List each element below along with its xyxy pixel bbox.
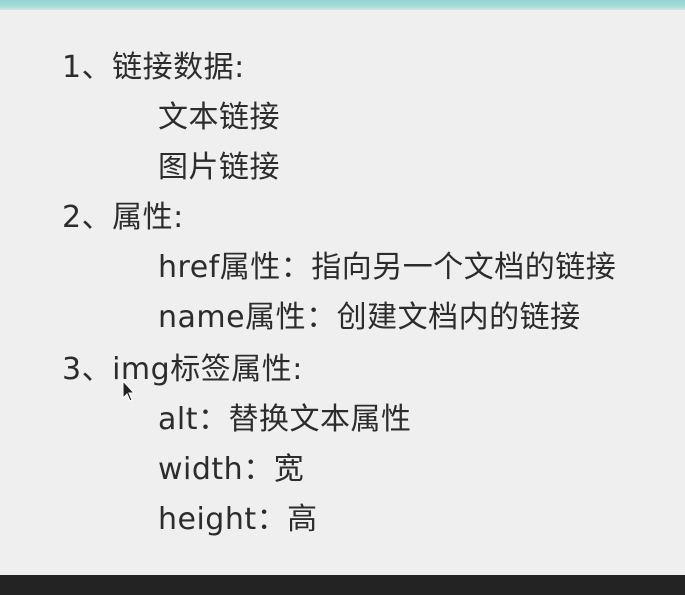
section-3-item-width: width：宽 [158,452,305,487]
section-1-item-image-link: 图片链接 [158,150,280,185]
section-3-item-alt: alt：替换文本属性 [158,402,412,437]
section-2-heading: 2、属性: [62,200,184,235]
section-3-item-height: height：高 [158,502,318,537]
bottom-strip [0,575,685,595]
slide-content [0,10,685,575]
top-accent-bar [0,0,685,10]
section-1-item-text-link: 文本链接 [158,100,280,135]
arrow-cursor-icon [122,379,136,402]
section-1-heading: 1、链接数据: [62,50,245,85]
section-3-heading: 3、img标签属性: [62,352,303,387]
section-2-item-href: href属性：指向另一个文档的链接 [158,250,617,285]
section-2-item-name: name属性：创建文档内的链接 [158,300,581,335]
